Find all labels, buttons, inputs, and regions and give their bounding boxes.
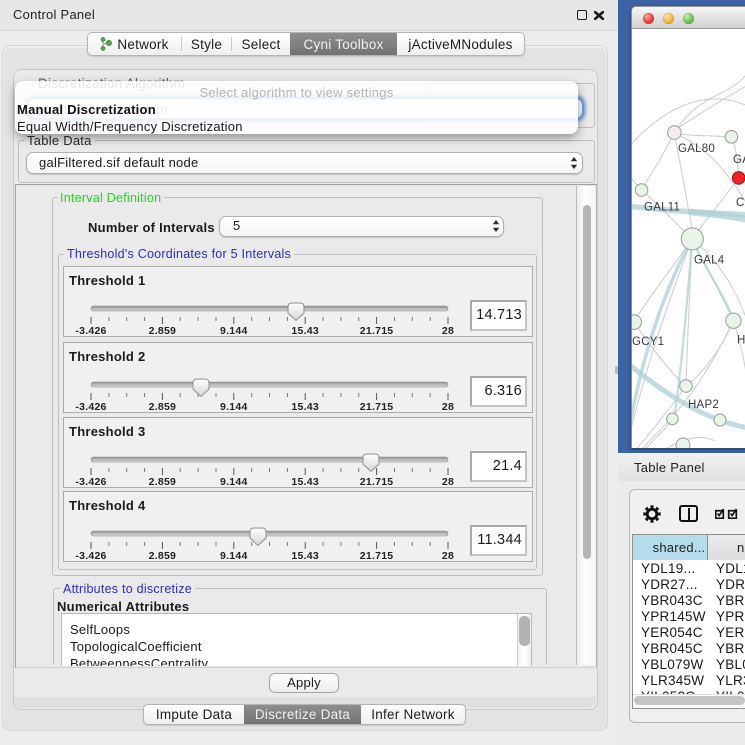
svg-text:2.859: 2.859 — [149, 325, 177, 336]
svg-text:2.859: 2.859 — [149, 550, 177, 561]
svg-text:15.43: 15.43 — [291, 476, 319, 487]
svg-text:9.144: 9.144 — [220, 325, 248, 336]
svg-text:15.43: 15.43 — [291, 550, 319, 561]
svg-text:28: 28 — [442, 550, 454, 561]
svg-text:9.144: 9.144 — [220, 476, 248, 487]
svg-text:-3.426: -3.426 — [75, 550, 106, 561]
svg-text:21.715: 21.715 — [360, 325, 394, 336]
svg-text:H: H — [737, 335, 745, 347]
svg-text:9.144: 9.144 — [220, 550, 248, 561]
svg-text:GAL11: GAL11 — [644, 202, 680, 214]
svg-text:15.43: 15.43 — [291, 325, 319, 336]
svg-text:21.715: 21.715 — [360, 401, 394, 412]
svg-text:-3.426: -3.426 — [75, 325, 106, 336]
svg-text:21.715: 21.715 — [360, 550, 394, 561]
svg-text:2.859: 2.859 — [149, 401, 177, 412]
svg-text:GAL80: GAL80 — [678, 143, 715, 155]
svg-text:-3.426: -3.426 — [75, 476, 106, 487]
svg-text:28: 28 — [442, 401, 454, 412]
svg-text:GA: GA — [733, 154, 745, 166]
svg-text:15.43: 15.43 — [291, 401, 319, 412]
svg-text:GAL4: GAL4 — [694, 255, 725, 267]
svg-text:28: 28 — [442, 476, 454, 487]
svg-text:HAP2: HAP2 — [688, 399, 719, 411]
svg-text:21.715: 21.715 — [360, 476, 394, 487]
svg-text:C: C — [736, 197, 745, 209]
svg-text:28: 28 — [442, 325, 454, 336]
svg-text:2.859: 2.859 — [149, 476, 177, 487]
svg-text:-3.426: -3.426 — [75, 401, 106, 412]
svg-text:9.144: 9.144 — [220, 401, 248, 412]
svg-text:GCY1: GCY1 — [632, 336, 664, 348]
